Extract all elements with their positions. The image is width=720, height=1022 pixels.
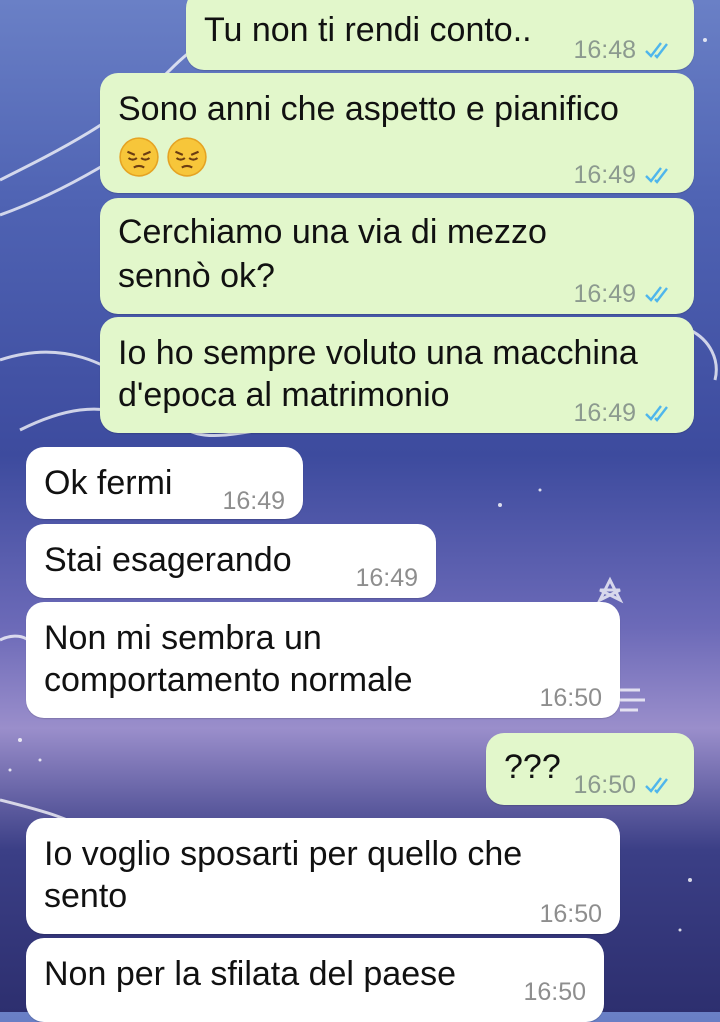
message-meta: 16:50 [573, 763, 674, 807]
message-text: comportamento normale [44, 661, 413, 699]
message-meta: 16:50 [539, 676, 602, 720]
message-time: 16:49 [573, 399, 636, 427]
message-text: sento [44, 877, 128, 915]
message-meta: 16:49 [573, 391, 674, 435]
message-bubble-incoming[interactable]: Io voglio sposarti per quello che sento … [26, 818, 620, 934]
message-bubble-incoming[interactable]: Stai esagerando 16:49 [26, 524, 436, 598]
double-check-icon [645, 777, 668, 794]
message-meta: 16:49 [355, 556, 418, 600]
message-bubble-outgoing[interactable]: Cerchiamo una via di mezzo sennò ok? 16:… [100, 198, 694, 314]
message-text: Tu non ti rendi conto.. [204, 11, 532, 49]
message-text: Stai esagerando [44, 541, 292, 579]
pensive-face-icon [119, 137, 159, 177]
message-text: Sono anni che aspetto e pianifico [118, 90, 619, 128]
message-time: 16:48 [573, 36, 636, 64]
message-bubble-incoming[interactable]: Non per la sfilata del paese 16:50 [26, 938, 604, 1022]
double-check-icon [645, 42, 668, 59]
message-meta: 16:48 [573, 28, 674, 72]
message-time: 16:50 [539, 900, 602, 928]
message-time: 16:49 [573, 161, 636, 189]
message-time: 16:49 [573, 280, 636, 308]
message-text: sennò ok? [118, 257, 275, 295]
double-check-icon [645, 405, 668, 422]
double-check-icon [645, 286, 668, 303]
emoji-row [118, 133, 214, 178]
message-text: Cerchiamo una via di mezzo [118, 213, 547, 251]
message-text: Ok fermi [44, 464, 173, 502]
message-bubble-outgoing[interactable]: Io ho sempre voluto una macchina d'epoca… [100, 317, 694, 433]
message-text: Non per la sfilata del paese [44, 955, 457, 993]
message-meta: 16:50 [539, 892, 602, 936]
message-meta: 16:49 [222, 479, 285, 523]
pensive-face-icon [167, 137, 207, 177]
message-bubble-incoming[interactable]: Non mi sembra un comportamento normale 1… [26, 602, 620, 718]
message-text: Io ho sempre voluto una macchina [118, 334, 638, 372]
message-bubble-incoming[interactable]: Ok fermi 16:49 [26, 447, 303, 519]
message-text: Non mi sembra un [44, 619, 322, 657]
message-time: 16:49 [222, 487, 285, 515]
message-meta: 16:49 [573, 153, 674, 197]
message-time: 16:50 [539, 684, 602, 712]
message-meta: 16:49 [573, 272, 674, 316]
message-text: d'epoca al matrimonio [118, 376, 450, 414]
message-time: 16:50 [523, 978, 586, 1006]
message-text: Io voglio sposarti per quello che [44, 835, 523, 873]
message-text: ??? [504, 748, 561, 786]
message-bubble-outgoing[interactable]: Sono anni che aspetto e pianifico 16:49 [100, 73, 694, 193]
message-meta: 16:50 [523, 970, 586, 1014]
message-time: 16:50 [573, 771, 636, 799]
double-check-icon [645, 167, 668, 184]
message-bubble-outgoing[interactable]: Tu non ti rendi conto.. 16:48 [186, 0, 694, 70]
message-time: 16:49 [355, 564, 418, 592]
message-bubble-outgoing[interactable]: ??? 16:50 [486, 733, 694, 805]
